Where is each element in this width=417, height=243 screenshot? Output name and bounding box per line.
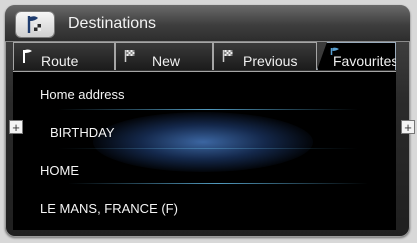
tab-favourites-label: Favourites	[333, 53, 399, 69]
destinations-app-icon[interactable]	[16, 12, 54, 37]
list-divider	[68, 183, 368, 184]
favourites-list: Home address BIRTHDAY HOME LE MANS, FRAN…	[13, 72, 396, 230]
list-item-label: LE MANS, FRANCE (F)	[40, 201, 178, 216]
list-item[interactable]: Home address	[13, 77, 396, 113]
list-item-selected[interactable]: BIRTHDAY	[13, 115, 396, 151]
list-divider	[58, 148, 358, 149]
tab-new[interactable]: New	[115, 42, 213, 70]
tab-previous[interactable]: Previous	[213, 42, 317, 70]
tab-bar: Route New Previous Favourites	[13, 42, 396, 72]
list-item-label: HOME	[40, 163, 79, 178]
tab-previous-label: Previous	[243, 53, 298, 69]
scroll-left-plus-button[interactable]: +	[9, 120, 23, 134]
tab-route[interactable]: Route	[13, 42, 115, 70]
list-item-label: BIRTHDAY	[50, 125, 115, 140]
list-item-label: Home address	[40, 87, 125, 102]
plus-icon: +	[12, 120, 20, 135]
checkered-flag-icon	[124, 50, 135, 62]
title-bar: Destinations	[5, 5, 410, 42]
page-title: Destinations	[68, 15, 157, 32]
flag-destinations-icon	[27, 16, 41, 33]
list-divider	[58, 109, 358, 110]
scroll-right-plus-button[interactable]: +	[401, 120, 415, 134]
plus-icon: +	[404, 120, 412, 135]
tab-route-label: Route	[41, 53, 79, 69]
list-item[interactable]: LE MANS, FRANCE (F)	[13, 191, 396, 227]
tab-favourites[interactable]: Favourites	[317, 42, 396, 70]
flag-route-icon	[23, 49, 32, 63]
tab-new-label: New	[152, 53, 181, 69]
checkered-flag-icon	[222, 50, 233, 62]
